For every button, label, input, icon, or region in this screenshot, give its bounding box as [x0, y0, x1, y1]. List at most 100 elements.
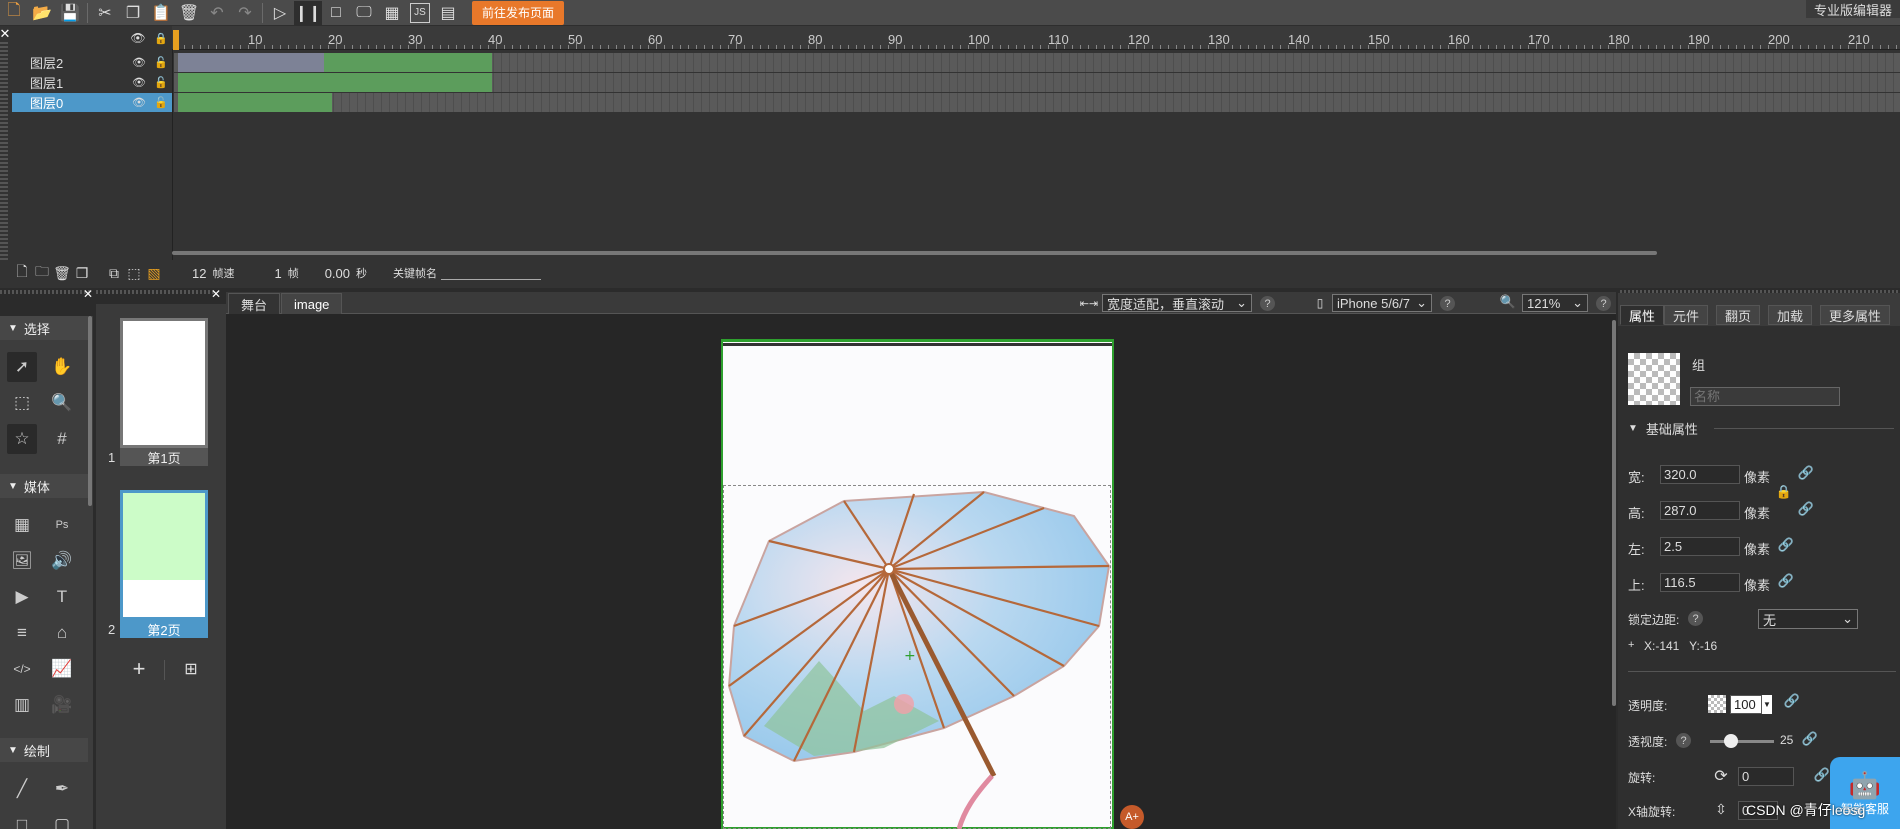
- section-draw[interactable]: ▼ 绘制: [0, 738, 88, 762]
- timeline-scrollbar[interactable]: [172, 251, 1657, 255]
- layer-row-selected[interactable]: 图层0 👁 🔓: [12, 93, 172, 112]
- pro-editor-badge[interactable]: 专业版编辑器: [1805, 0, 1900, 18]
- panel-grip[interactable]: [0, 290, 90, 294]
- edit-frames-icon[interactable]: ▧: [144, 265, 164, 282]
- timeline-grip[interactable]: [0, 42, 8, 286]
- tab-page-turn[interactable]: 翻页: [1716, 305, 1761, 325]
- page-label[interactable]: 第2页: [120, 620, 208, 638]
- audio-icon[interactable]: 🔊: [47, 546, 77, 576]
- close-icon[interactable]: ✕: [0, 26, 10, 41]
- rounded-rect-tool-icon[interactable]: ▢: [47, 810, 77, 829]
- add-text-float-icon[interactable]: A+: [1120, 805, 1144, 829]
- eye-icon[interactable]: 👁: [128, 76, 150, 89]
- panel-grip[interactable]: [96, 290, 214, 294]
- close-icon[interactable]: ✕: [82, 287, 94, 301]
- eye-icon[interactable]: 👁: [128, 96, 150, 109]
- section-header[interactable]: ▼ 基础属性: [1628, 419, 1698, 438]
- presentation-icon[interactable]: ⌂: [47, 618, 77, 648]
- text-icon[interactable]: T: [47, 582, 77, 612]
- new-folder-icon[interactable]: 🗀: [32, 261, 52, 285]
- chart-icon[interactable]: 📈: [47, 654, 77, 684]
- top-input[interactable]: 116.5: [1660, 573, 1740, 592]
- layer-frames-0[interactable]: [174, 93, 1900, 112]
- stop-icon[interactable]: □: [322, 1, 350, 25]
- lock-margin-select[interactable]: 无 ⌄: [1758, 609, 1858, 629]
- page-thumbnail-2[interactable]: [120, 490, 208, 620]
- paragraph-icon[interactable]: ≡: [7, 618, 37, 648]
- help-icon[interactable]: ?: [1596, 296, 1611, 311]
- fit-mode-select[interactable]: 宽度适配，垂直滚动 ⌄: [1102, 294, 1252, 312]
- copy-icon[interactable]: ❐: [119, 1, 147, 25]
- keyframe-span[interactable]: [324, 53, 492, 72]
- aspect-lock-icon[interactable]: 🔒: [1776, 480, 1792, 504]
- add-page-icon[interactable]: +: [128, 656, 150, 681]
- link-icon[interactable]: 🔗: [1814, 767, 1830, 783]
- line-tool-icon[interactable]: ╱: [7, 774, 37, 804]
- fps-value[interactable]: 12: [192, 266, 206, 281]
- save-icon[interactable]: 💾: [56, 1, 84, 25]
- page-label[interactable]: 第1页: [120, 448, 208, 466]
- hand-tool-icon[interactable]: ✋: [47, 352, 77, 382]
- tab-components[interactable]: 元件: [1664, 305, 1709, 325]
- perspective-slider[interactable]: [1710, 740, 1774, 743]
- paste-icon[interactable]: 📋: [147, 1, 175, 25]
- width-input[interactable]: 320.0: [1660, 465, 1740, 484]
- rectangle-tool-icon[interactable]: □: [7, 810, 37, 829]
- keyframe-span[interactable]: [178, 93, 332, 112]
- guide-tool-icon[interactable]: #: [47, 424, 77, 454]
- tab-properties[interactable]: 属性: [1620, 305, 1665, 325]
- left-input[interactable]: 2.5: [1660, 537, 1740, 556]
- tab-image[interactable]: image: [281, 293, 343, 314]
- unlock-icon[interactable]: 🔓: [150, 76, 172, 89]
- layer-row[interactable]: 图层2 👁 🔓: [12, 53, 172, 72]
- slideshow-icon[interactable]: ▥: [7, 690, 37, 720]
- qrcode-icon[interactable]: ▦: [378, 1, 406, 25]
- new-file-icon[interactable]: 🗋: [0, 1, 28, 25]
- eye-icon[interactable]: 👁: [130, 30, 146, 46]
- device-select[interactable]: iPhone 5/6/7 ⌄: [1332, 294, 1432, 312]
- timeline-ruler[interactable]: 10 20 30 40 50 60 70 80 90 100 110 120 130 140 150 160 1…: [172, 26, 1900, 50]
- link-icon[interactable]: 🔗: [1778, 537, 1794, 553]
- new-layer-icon[interactable]: 🗋: [12, 261, 32, 285]
- unlock-icon[interactable]: 🔓: [150, 96, 172, 109]
- copy-layer-icon[interactable]: ❐: [72, 265, 92, 282]
- video-icon[interactable]: ▶: [7, 582, 37, 612]
- publish-settings-icon[interactable]: ▤: [434, 1, 462, 25]
- insert-page-icon[interactable]: ⊞: [180, 658, 202, 680]
- close-icon[interactable]: ✕: [210, 287, 222, 301]
- undo-icon[interactable]: ↶: [203, 1, 231, 25]
- unlock-icon[interactable]: 🔓: [150, 56, 172, 69]
- keyframe-span[interactable]: [178, 73, 492, 92]
- camera-icon[interactable]: 🎥: [47, 690, 77, 720]
- onion-skin-icon[interactable]: ⧉: [104, 265, 124, 282]
- help-icon[interactable]: ?: [1440, 296, 1455, 311]
- pause-icon[interactable]: ❙❙: [294, 0, 322, 25]
- layer-row[interactable]: 图层1 👁 🔓: [12, 73, 172, 92]
- opacity-dropdown-icon[interactable]: ▼: [1762, 695, 1772, 714]
- link-icon[interactable]: 🔗: [1784, 693, 1800, 709]
- frame-span[interactable]: [178, 53, 324, 72]
- link-icon[interactable]: 🔗: [1778, 573, 1794, 589]
- zoom-tool-icon[interactable]: 🔍: [47, 388, 77, 418]
- transform-tool-icon[interactable]: ⬚: [7, 388, 37, 418]
- play-icon[interactable]: ▷: [266, 1, 294, 25]
- cut-icon[interactable]: ✂: [91, 1, 119, 25]
- redo-icon[interactable]: ↷: [231, 1, 259, 25]
- eye-icon[interactable]: 👁: [128, 56, 150, 69]
- preview-icon[interactable]: 🖵: [350, 1, 378, 25]
- help-icon[interactable]: ?: [1260, 296, 1275, 311]
- pen-tool-icon[interactable]: ✒: [47, 774, 77, 804]
- js-script-icon[interactable]: JS: [410, 2, 430, 23]
- star-tool-icon[interactable]: ☆: [7, 424, 37, 454]
- link-icon[interactable]: 🔗: [1798, 465, 1814, 481]
- zoom-select[interactable]: 121% ⌄: [1522, 294, 1588, 312]
- playhead[interactable]: [173, 30, 179, 50]
- image-icon[interactable]: 🖼: [7, 546, 37, 576]
- link-icon[interactable]: 🔗: [1798, 501, 1814, 517]
- grid-icon[interactable]: ▦: [7, 510, 37, 540]
- delete-layer-icon[interactable]: 🗑: [52, 265, 72, 282]
- height-input[interactable]: 287.0: [1660, 501, 1740, 520]
- tab-more-properties[interactable]: 更多属性: [1820, 305, 1891, 325]
- onion-outline-icon[interactable]: ⬚: [124, 265, 144, 282]
- canvas-scrollbar[interactable]: [1612, 320, 1616, 706]
